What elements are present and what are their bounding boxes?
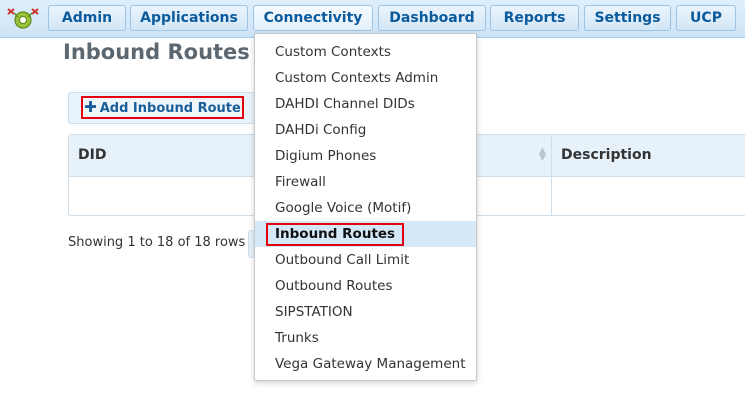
page: Admin Applications Connectivity Dashboar…	[0, 0, 745, 402]
menu-item-dahdi-channel-dids[interactable]: DAHDI Channel DIDs	[255, 91, 476, 117]
nav-admin[interactable]: Admin	[48, 5, 126, 31]
connectivity-dropdown-menu: Custom Contexts Custom Contexts Admin DA…	[254, 33, 477, 381]
menu-item-trunks[interactable]: Trunks	[255, 325, 476, 351]
page-title: Inbound Routes	[63, 40, 250, 64]
nav-ucp[interactable]: UCP	[676, 5, 736, 31]
nav-connectivity[interactable]: Connectivity	[253, 5, 373, 31]
menu-item-custom-contexts[interactable]: Custom Contexts	[255, 39, 476, 65]
menu-item-outbound-routes[interactable]: Outbound Routes	[255, 273, 476, 299]
menu-item-google-voice[interactable]: Google Voice (Motif)	[255, 195, 476, 221]
column-divider	[551, 135, 552, 215]
menu-item-firewall[interactable]: Firewall	[255, 169, 476, 195]
freepbx-logo-icon[interactable]	[5, 5, 41, 31]
pagination-info: Showing 1 to 18 of 18 rows	[68, 235, 246, 250]
nav-dashboard[interactable]: Dashboard	[378, 5, 486, 31]
nav-settings[interactable]: Settings	[584, 5, 671, 31]
add-inbound-route-button[interactable]: ✚ Add Inbound Route	[81, 96, 244, 119]
menu-item-vega-gateway-management[interactable]: Vega Gateway Management	[255, 351, 476, 377]
menu-item-inbound-routes[interactable]: Inbound Routes	[255, 221, 476, 247]
menu-item-digium-phones[interactable]: Digium Phones	[255, 143, 476, 169]
nav-reports[interactable]: Reports	[490, 5, 579, 31]
menu-item-sipstation[interactable]: SIPSTATION	[255, 299, 476, 325]
column-header-did[interactable]: DID	[78, 147, 106, 163]
menu-item-custom-contexts-admin[interactable]: Custom Contexts Admin	[255, 65, 476, 91]
plus-icon: ✚	[84, 98, 97, 116]
column-header-description[interactable]: Description	[561, 147, 652, 163]
menu-item-dahdi-config[interactable]: DAHDi Config	[255, 117, 476, 143]
sort-icon[interactable]: ▲ ▼	[539, 147, 546, 163]
menu-item-outbound-call-limit[interactable]: Outbound Call Limit	[255, 247, 476, 273]
nav-applications[interactable]: Applications	[130, 5, 248, 31]
add-inbound-route-label: Add Inbound Route	[99, 101, 241, 116]
